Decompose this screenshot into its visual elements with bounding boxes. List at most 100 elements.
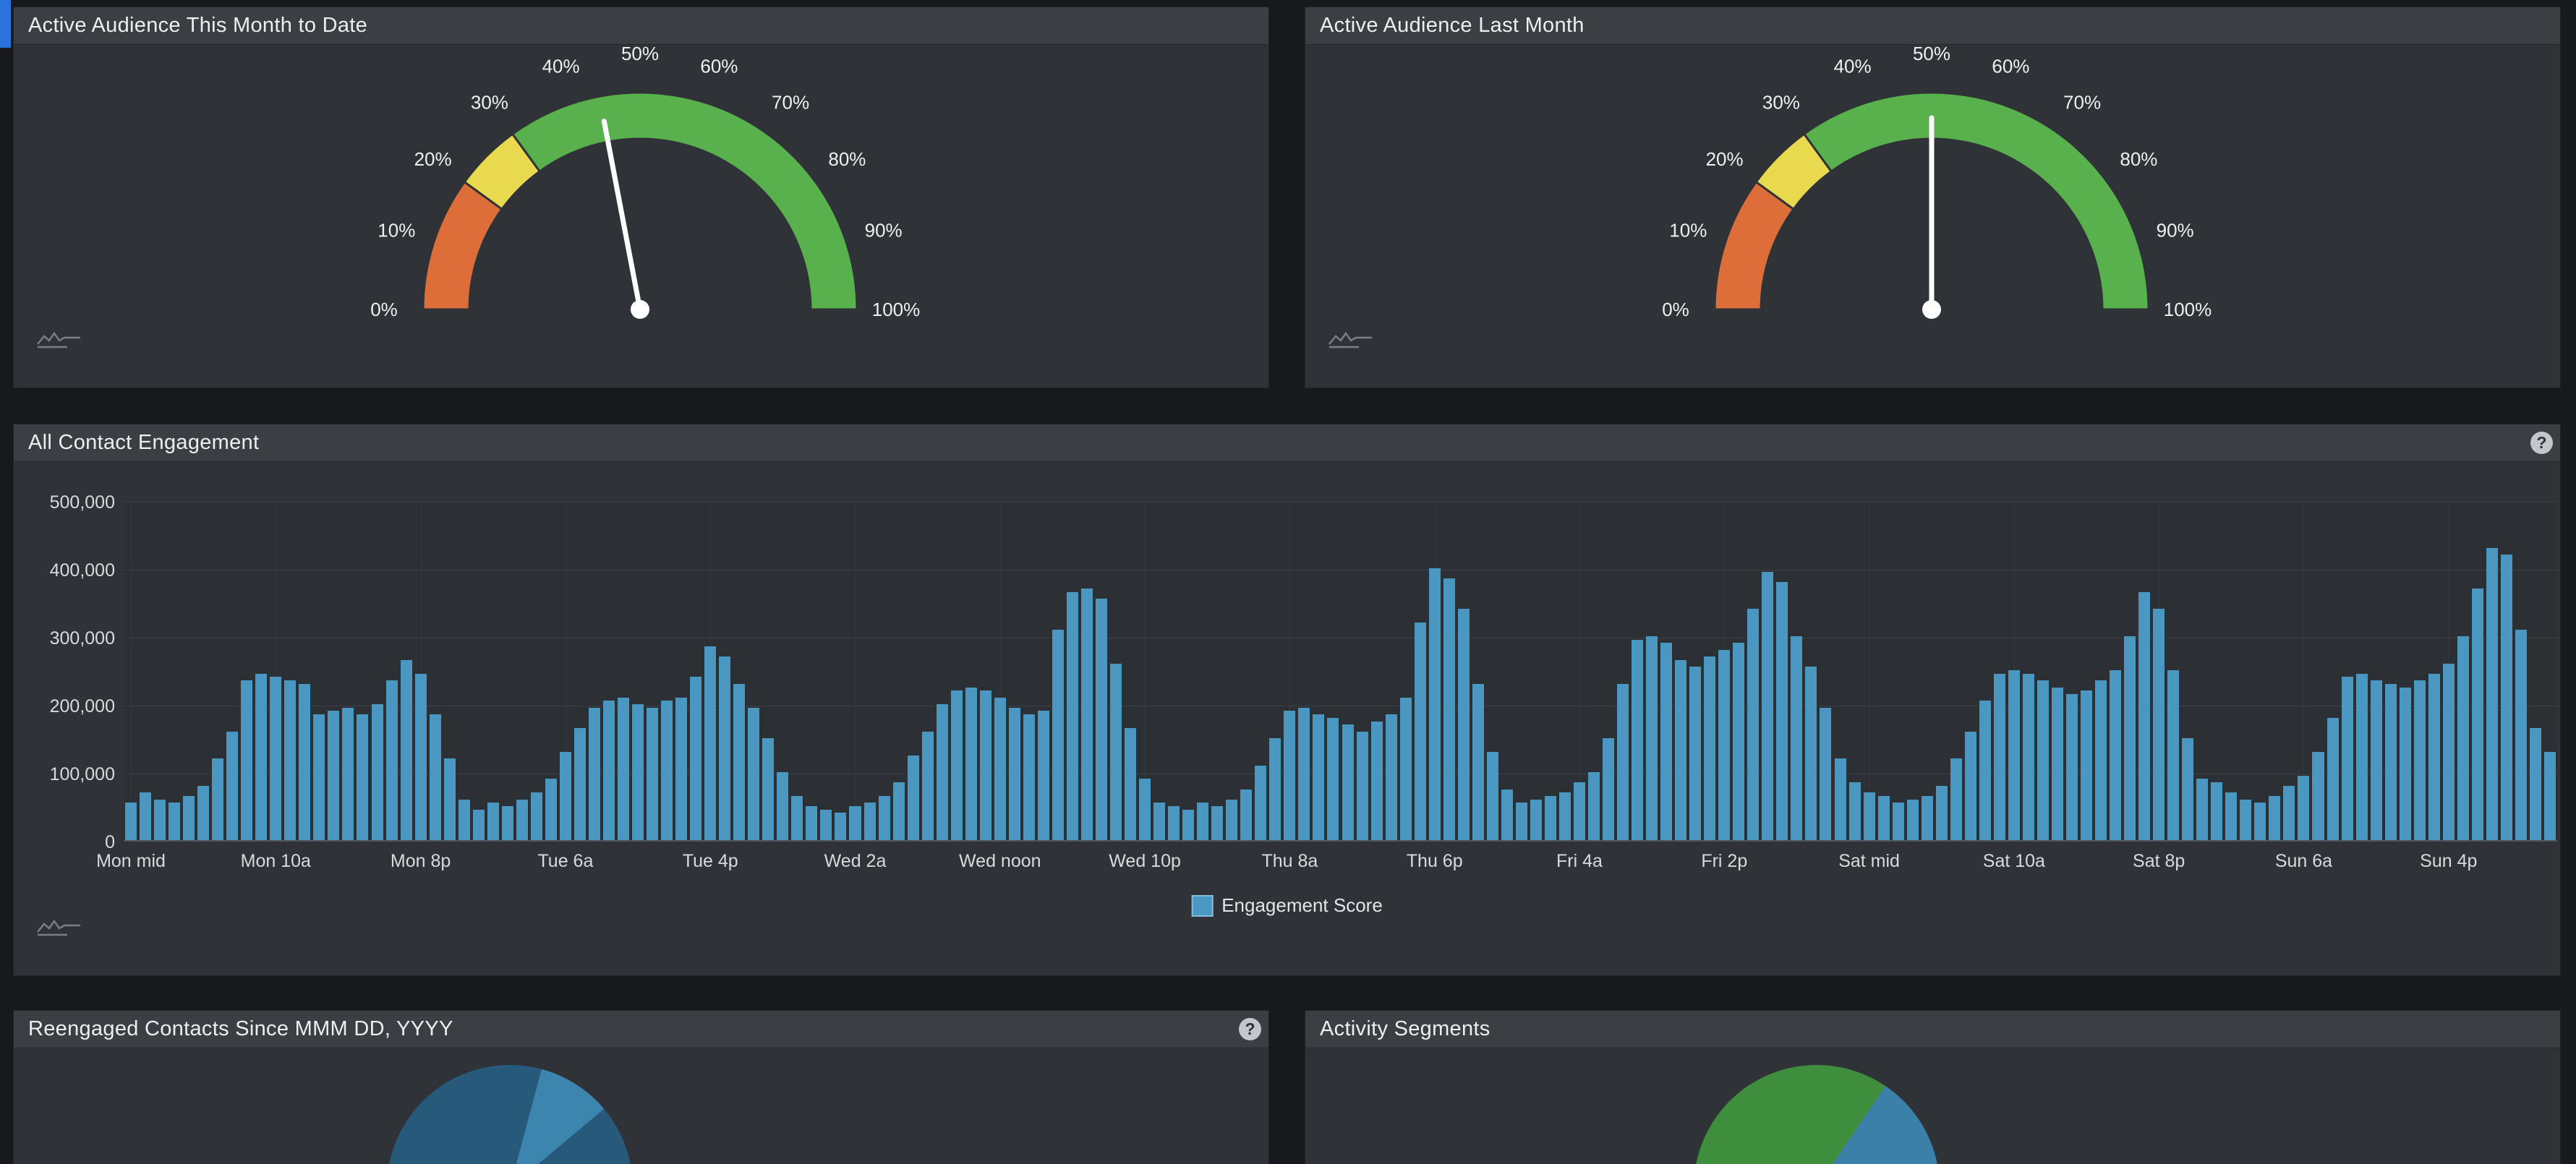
engagement-bar	[1530, 800, 1542, 840]
x-tick-label: Wed 2a	[824, 851, 887, 872]
engagement-bar	[1545, 796, 1556, 840]
engagement-bar	[1153, 803, 1165, 840]
engagement-bar	[1357, 732, 1368, 840]
panel-header: All Contact Engagement ?	[14, 424, 2560, 462]
engagement-bar	[1617, 684, 1629, 840]
engagement-bar	[2283, 786, 2295, 840]
legend-label: Engagement Score	[1221, 894, 1383, 917]
engagement-bar	[2023, 674, 2034, 840]
engagement-bar	[618, 698, 629, 840]
x-axis-labels: Mon midMon 10aMon 8pTue 6aTue 4pWed 2aWe…	[124, 851, 2557, 876]
engagement-bar	[2211, 782, 2222, 840]
gauge-band	[1804, 93, 2149, 309]
chart-legend: Engagement Score	[1191, 894, 1383, 917]
engagement-bar	[1096, 599, 1107, 840]
engagement-bar	[2544, 752, 2556, 840]
engagement-bar	[690, 677, 701, 840]
engagement-bar	[1950, 758, 1962, 840]
engagement-bar	[791, 796, 803, 840]
engagement-bar	[1501, 789, 1513, 841]
y-axis-labels: 0100,000200,000300,000400,000500,000	[14, 502, 115, 842]
gauge-tick-label: 90%	[865, 220, 903, 241]
engagement-bar	[2443, 664, 2455, 840]
engagement-bar	[313, 714, 325, 840]
engagement-bar	[2225, 792, 2237, 840]
engagement-bar	[1574, 782, 1585, 840]
gauge-tick-label: 0%	[370, 299, 398, 320]
engagement-bar	[1110, 664, 1122, 840]
engagement-bar	[2167, 670, 2179, 840]
engagement-bar	[1067, 592, 1078, 840]
gauge-tick-label: 100%	[872, 299, 921, 320]
engagement-bar	[1226, 800, 1237, 840]
engagement-bar	[487, 803, 499, 840]
engagement-bar	[1038, 711, 1049, 840]
panel-title: Active Audience Last Month	[1320, 14, 1585, 38]
engagement-bar	[473, 810, 485, 840]
help-icon[interactable]: ?	[1239, 1018, 1261, 1040]
engagement-bar	[357, 714, 368, 840]
panel-header: Activity Segments	[1305, 1011, 2560, 1048]
y-tick-label: 300,000	[14, 628, 115, 649]
gauge-tick-label: 70%	[2063, 92, 2101, 114]
activity-segments-pie-chart	[1694, 1065, 1940, 1164]
engagement-bar	[1835, 758, 1846, 840]
x-tick-label: Mon 10a	[241, 851, 311, 872]
line-chart-watermark-icon	[35, 330, 83, 350]
engagement-bar	[2356, 674, 2368, 840]
x-tick-label: Sun 6a	[2275, 851, 2332, 872]
engagement-bar	[2254, 803, 2266, 840]
engagement-bar	[502, 806, 513, 840]
engagement-bar	[2124, 636, 2136, 840]
gauge-tick-label: 90%	[2157, 220, 2194, 241]
engagement-bar	[1675, 660, 1686, 840]
engagement-bar	[1718, 650, 1730, 840]
engagement-bar	[2515, 630, 2527, 840]
analytics-dashboard: Active Audience This Month to Date 0%10%…	[0, 0, 2576, 1164]
panel-reengaged-contacts: Reengaged Contacts Since MMM DD, YYYY ?	[13, 1010, 1269, 1164]
engagement-bar	[2110, 670, 2121, 840]
engagement-bar	[603, 701, 615, 840]
engagement-bar	[661, 701, 673, 840]
engagement-bar	[704, 646, 716, 840]
engagement-bar	[1791, 636, 1802, 840]
engagement-bar	[2037, 680, 2049, 840]
engagement-bar	[719, 656, 730, 840]
engagement-bar	[762, 738, 774, 840]
gridline-vertical	[1869, 502, 1870, 840]
panel-header: Reengaged Contacts Since MMM DD, YYYY ?	[14, 1011, 1268, 1048]
engagement-bar	[299, 684, 310, 840]
engagement-bar	[647, 708, 658, 840]
engagement-bar	[2153, 609, 2165, 840]
gauge-tick-label: 40%	[542, 55, 580, 77]
gauge-tick-label: 10%	[378, 220, 415, 241]
help-icon[interactable]: ?	[2530, 432, 2553, 454]
panel-all-contact-engagement: All Contact Engagement ? 0100,000200,000…	[13, 424, 2561, 976]
gauge-tick-label: 50%	[1913, 43, 1950, 64]
engagement-bar	[632, 704, 644, 840]
engagement-bar	[459, 800, 470, 840]
engagement-bar	[965, 688, 977, 841]
engagement-bar	[1182, 810, 1194, 840]
gauge-tick-label: 20%	[1706, 148, 1744, 170]
panel-title: All Contact Engagement	[28, 431, 259, 455]
gauge-chart-active-audience-mtd: 0%10%20%30%40%50%60%70%80%90%100%	[278, 27, 1002, 346]
engagement-bar	[1023, 714, 1035, 840]
x-tick-label: Thu 6p	[1407, 851, 1463, 872]
engagement-bar	[2428, 674, 2440, 840]
engagement-bar	[2530, 728, 2541, 840]
engagement-bar	[1443, 578, 1455, 840]
engagement-bar	[386, 680, 398, 840]
engagement-bar	[372, 704, 383, 840]
engagement-bar	[1516, 803, 1527, 840]
engagement-bar	[864, 803, 876, 840]
x-tick-label: Wed noon	[959, 851, 1041, 872]
engagement-bar	[835, 813, 846, 840]
engagement-bar	[1313, 714, 1324, 840]
y-tick-label: 400,000	[14, 560, 115, 581]
sidebar-edge	[0, 0, 11, 48]
gauge-tick-label: 30%	[471, 92, 508, 114]
engagement-bar	[1922, 796, 1933, 840]
engagement-bar	[1211, 806, 1223, 840]
engagement-bar	[1168, 806, 1180, 840]
